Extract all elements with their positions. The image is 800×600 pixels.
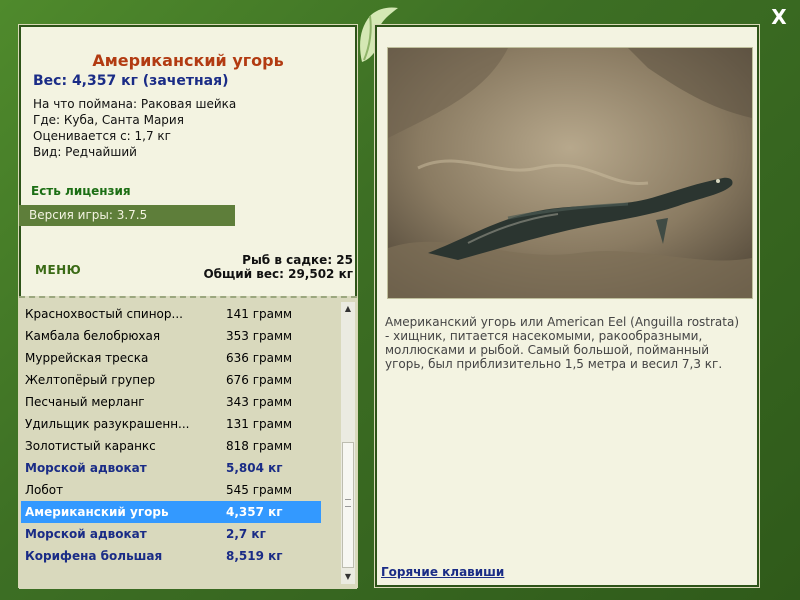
location-text: Где: Куба, Санта Мария bbox=[33, 113, 184, 127]
catch-fish-weight: 636 грамм bbox=[226, 351, 293, 365]
catch-list-item[interactable]: Удильщик разукрашенн... 131 грамм bbox=[21, 413, 321, 435]
catch-list-item[interactable]: Морской адвокат 5,804 кг bbox=[21, 457, 321, 479]
fish-description: Американский угорь или American Eel (Ang… bbox=[385, 315, 740, 371]
menu-button[interactable]: МЕНЮ bbox=[35, 263, 81, 277]
catch-fish-weight: 8,519 кг bbox=[226, 549, 283, 563]
catch-list-item[interactable]: Желтопёрый групер 676 грамм bbox=[21, 369, 321, 391]
catch-fish-name: Морской адвокат bbox=[25, 527, 147, 541]
keep-total-weight: Общий вес: 29,502 кг bbox=[203, 267, 353, 281]
fish-photo bbox=[387, 47, 753, 299]
catch-fish-weight: 4,357 кг bbox=[226, 505, 283, 519]
catch-fish-name: Морской адвокат bbox=[25, 461, 147, 475]
catch-list[interactable]: Краснохвостый спинор... 141 грамм Камбала … bbox=[19, 296, 357, 589]
catch-list-item[interactable]: Корифена большая 8,519 кг bbox=[21, 545, 321, 567]
grip-icon bbox=[345, 499, 351, 507]
catch-list-item[interactable]: Морской адвокат 2,7 кг bbox=[21, 523, 321, 545]
catch-list-item[interactable]: Песчаный мерланг 343 грамм bbox=[21, 391, 321, 413]
catch-fish-weight: 131 грамм bbox=[226, 417, 293, 431]
catch-fish-name: Песчаный мерланг bbox=[25, 395, 145, 409]
fish-info-panel: Американский угорь Вес: 4,357 кг (зачетн… bbox=[18, 24, 358, 589]
catch-fish-weight: 818 грамм bbox=[226, 439, 293, 453]
caught-on-text: На что поймана: Раковая шейка bbox=[33, 97, 237, 111]
scroll-down-icon[interactable]: ▼ bbox=[341, 570, 355, 584]
catch-fish-name: Лобот bbox=[25, 483, 64, 497]
catch-list-item[interactable]: Камбала белобрюхая 353 грамм bbox=[21, 325, 321, 347]
catch-list-item[interactable]: Муррейская треска 636 грамм bbox=[21, 347, 321, 369]
catch-list-item[interactable]: Американский угорь 4,357 кг bbox=[21, 501, 321, 523]
catch-list-item[interactable]: Краснохвостый спинор... 141 грамм bbox=[21, 303, 321, 325]
catch-fish-weight: 141 грамм bbox=[226, 307, 293, 321]
rarity-text: Вид: Редчайший bbox=[33, 145, 137, 159]
scroll-thumb[interactable] bbox=[342, 442, 354, 568]
valued-from-text: Оценивается с: 1,7 кг bbox=[33, 129, 171, 143]
hotkeys-link[interactable]: Горячие клавиши bbox=[381, 565, 504, 579]
fish-description-panel: Американский угорь или American Eel (Ang… bbox=[374, 24, 760, 588]
catch-fish-name: Камбала белобрюхая bbox=[25, 329, 161, 343]
catch-fish-weight: 676 грамм bbox=[226, 373, 293, 387]
catch-fish-weight: 353 грамм bbox=[226, 329, 293, 343]
catch-fish-name: Американский угорь bbox=[25, 505, 169, 519]
catch-list-item[interactable]: Лобот 545 грамм bbox=[21, 479, 321, 501]
catch-list-scrollbar[interactable]: ▲ ▼ bbox=[341, 302, 355, 584]
catch-fish-name: Желтопёрый групер bbox=[25, 373, 156, 387]
fish-details: На что поймана: Раковая шейка Где: Куба,… bbox=[33, 96, 236, 160]
catch-fish-name: Краснохвостый спинор... bbox=[25, 307, 183, 321]
fish-name-title: Американский угорь bbox=[92, 51, 284, 70]
catch-fish-weight: 5,804 кг bbox=[226, 461, 283, 475]
fish-weight: Вес: 4,357 кг (зачетная) bbox=[33, 73, 229, 89]
close-button[interactable]: X bbox=[768, 6, 790, 28]
license-status: Есть лицензия bbox=[31, 184, 131, 198]
keep-count: Рыб в садке: 25 bbox=[242, 253, 353, 267]
catch-fish-weight: 2,7 кг bbox=[226, 527, 266, 541]
catch-fish-weight: 343 грамм bbox=[226, 395, 293, 409]
game-version: Версия игры: 3.7.5 bbox=[19, 205, 235, 226]
catch-list-item[interactable]: Золотистый каранкс 818 грамм bbox=[21, 435, 321, 457]
keep-stats: Рыб в садке: 25 Общий вес: 29,502 кг bbox=[203, 253, 353, 281]
catch-fish-name: Удильщик разукрашенн... bbox=[25, 417, 190, 431]
catch-fish-weight: 545 грамм bbox=[226, 483, 293, 497]
catch-fish-name: Золотистый каранкс bbox=[25, 439, 156, 453]
catch-fish-name: Муррейская треска bbox=[25, 351, 149, 365]
catch-fish-name: Корифена большая bbox=[25, 549, 163, 563]
scroll-up-icon[interactable]: ▲ bbox=[341, 302, 355, 316]
